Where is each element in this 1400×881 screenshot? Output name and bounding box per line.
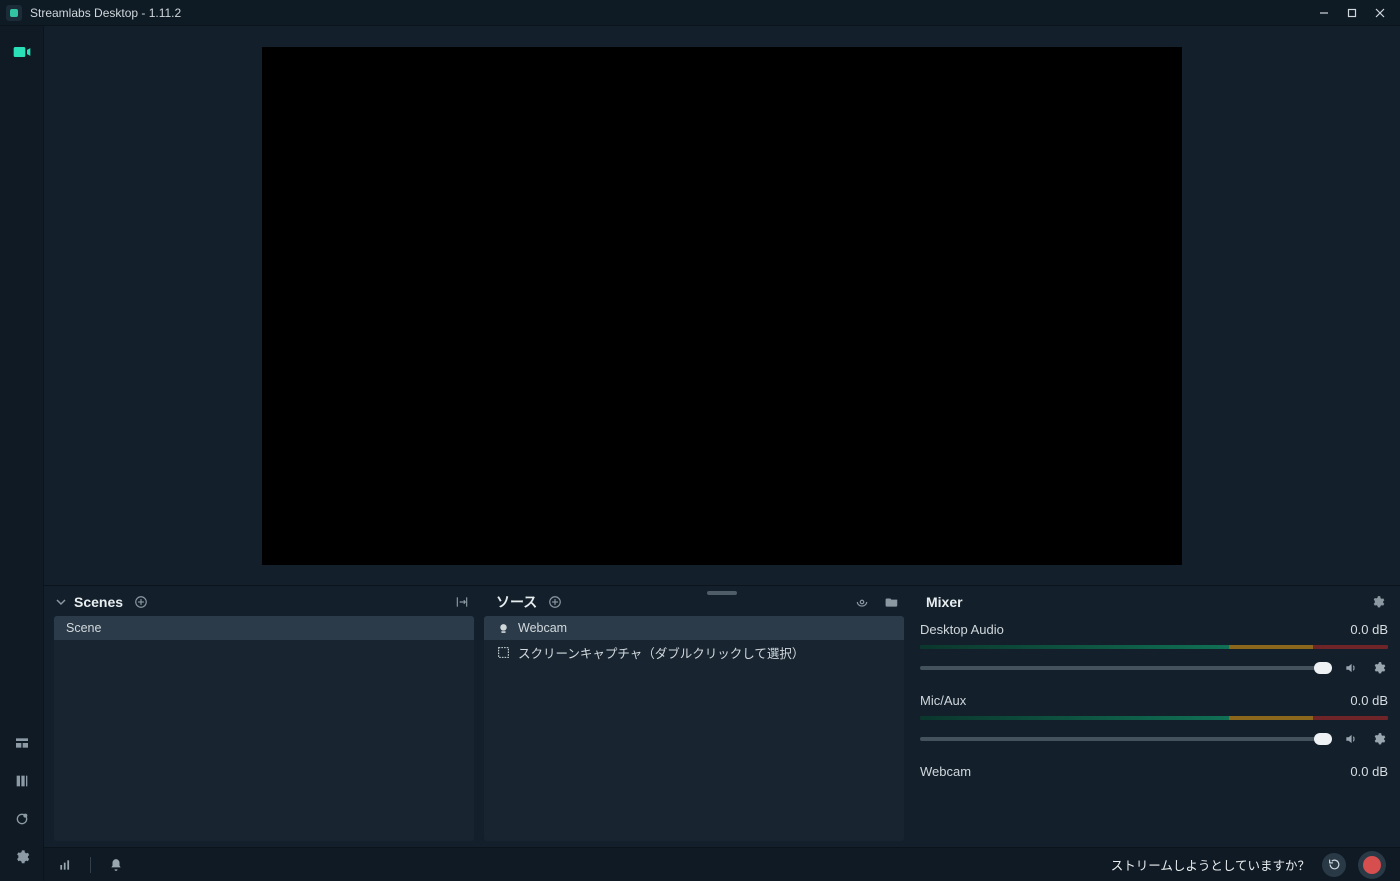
settings-icon[interactable] <box>8 843 36 871</box>
webcam-icon <box>496 621 510 635</box>
chevron-down-icon[interactable] <box>56 597 66 607</box>
undo-button[interactable] <box>1322 853 1346 877</box>
mixer-channel-db: 0.0 dB <box>1350 622 1388 637</box>
scene-transition-icon[interactable] <box>452 592 472 612</box>
volume-slider[interactable] <box>920 666 1332 670</box>
minimize-button[interactable] <box>1310 0 1338 26</box>
volume-slider[interactable] <box>920 737 1332 741</box>
audio-meter <box>920 716 1388 720</box>
preview-canvas[interactable] <box>262 47 1182 565</box>
title-bar: Streamlabs Desktop - 1.11.2 <box>0 0 1400 26</box>
mixer-channel: Mic/Aux 0.0 dB <box>920 687 1388 758</box>
mixer-channel-name: Webcam <box>920 764 971 779</box>
notifications-icon[interactable] <box>109 858 123 872</box>
scene-item-label: Scene <box>66 621 101 635</box>
channel-settings-icon[interactable] <box>1370 730 1388 748</box>
left-rail <box>0 26 44 881</box>
themes-icon[interactable] <box>8 767 36 795</box>
audio-meter <box>920 645 1388 649</box>
mixer-channel-name: Mic/Aux <box>920 693 966 708</box>
scene-item[interactable]: Scene <box>54 616 474 640</box>
add-scene-button[interactable] <box>131 592 151 612</box>
app-title: Streamlabs Desktop - 1.11.2 <box>30 6 181 20</box>
sources-list: Webcam スクリーンキャプチャ（ダブルクリックして選択） <box>484 616 904 841</box>
source-folder-icon[interactable] <box>882 592 902 612</box>
sources-title: ソース <box>496 592 537 612</box>
bottom-bar: ストリームしようとしていますか？ <box>44 847 1400 881</box>
scenes-list: Scene <box>54 616 474 841</box>
mixer-list: Desktop Audio 0.0 dB <box>920 616 1388 841</box>
scenes-panel: Scenes Scene <box>44 588 484 847</box>
streaming-question: ストリームしようとしていますか？ <box>1111 855 1310 874</box>
sources-panel: ソース <box>484 588 914 847</box>
separator <box>90 857 91 873</box>
preview-area <box>44 26 1400 586</box>
source-item[interactable]: Webcam <box>484 616 904 640</box>
resize-handle[interactable] <box>707 591 737 595</box>
mixer-panel: Mixer Desktop Audio 0.0 dB <box>914 588 1400 847</box>
close-button[interactable] <box>1366 0 1394 26</box>
mixer-settings-icon[interactable] <box>1368 592 1388 612</box>
record-button[interactable] <box>1358 851 1386 879</box>
screen-capture-icon <box>496 645 510 659</box>
stats-icon[interactable] <box>58 858 72 872</box>
apps-icon[interactable] <box>8 805 36 833</box>
mixer-channel: Desktop Audio 0.0 dB <box>920 616 1388 687</box>
source-settings-icon[interactable] <box>852 592 872 612</box>
mixer-channel-name: Desktop Audio <box>920 622 1004 637</box>
mixer-title: Mixer <box>926 594 963 610</box>
mixer-channel-db: 0.0 dB <box>1350 693 1388 708</box>
speaker-icon[interactable] <box>1342 730 1360 748</box>
source-item-label: Webcam <box>518 621 567 635</box>
app-icon <box>6 5 22 21</box>
mixer-channel-db: 0.0 dB <box>1350 764 1388 779</box>
mixer-channel: Webcam 0.0 dB <box>920 758 1388 779</box>
scenes-title: Scenes <box>74 594 123 610</box>
layout-icon[interactable] <box>8 729 36 757</box>
speaker-icon[interactable] <box>1342 659 1360 677</box>
maximize-button[interactable] <box>1338 0 1366 26</box>
channel-settings-icon[interactable] <box>1370 659 1388 677</box>
source-item-label: スクリーンキャプチャ（ダブルクリックして選択） <box>518 643 804 662</box>
record-icon <box>1363 856 1381 874</box>
editor-tab-icon[interactable] <box>8 38 36 66</box>
add-source-button[interactable] <box>545 592 565 612</box>
source-item[interactable]: スクリーンキャプチャ（ダブルクリックして選択） <box>484 640 904 664</box>
